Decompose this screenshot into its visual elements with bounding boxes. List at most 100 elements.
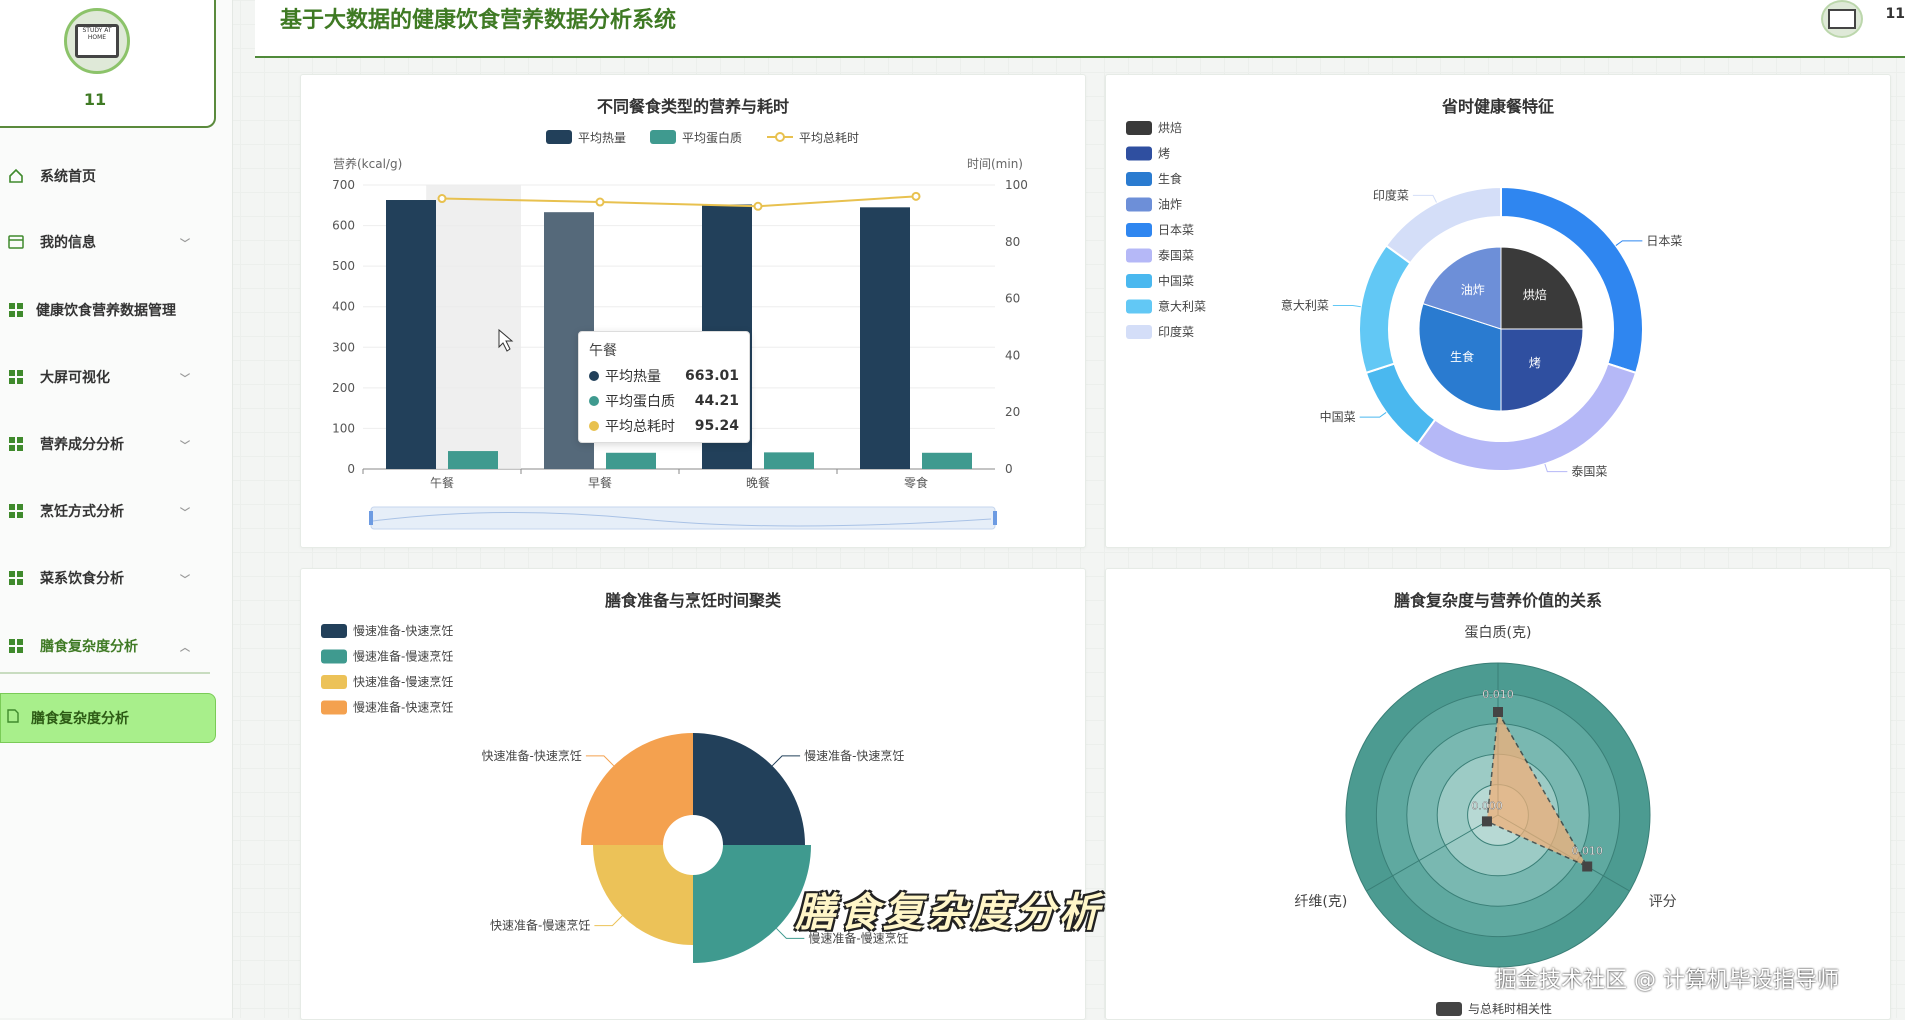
legend-swatch bbox=[1126, 223, 1152, 237]
chevron-down-icon: ﹀ bbox=[180, 238, 190, 250]
outer-slice-label: 泰国菜 bbox=[1571, 465, 1607, 479]
inner-slice-label: 烤 bbox=[1529, 355, 1541, 370]
sidebar-item-complexity[interactable]: 膳食复杂度分析 ︿ bbox=[0, 626, 214, 666]
outer-slice-label: 印度菜 bbox=[1373, 187, 1409, 202]
sidebar-subitem-complexity-analysis[interactable]: 膳食复杂度分析 bbox=[0, 693, 216, 743]
y-tick-label: 200 bbox=[332, 381, 355, 395]
outer-slice bbox=[1358, 244, 1412, 375]
grid-icon bbox=[8, 638, 24, 654]
sidebar-item-big-screen[interactable]: 大屏可视化 ﹀ bbox=[0, 357, 214, 397]
chevron-down-icon: ﹀ bbox=[180, 440, 190, 452]
grid-icon bbox=[8, 570, 24, 586]
y-axis-label: 营养(kcal/g) bbox=[333, 156, 402, 171]
x-tick-label: 零食 bbox=[904, 475, 928, 490]
legend-label: 生食 bbox=[1158, 171, 1182, 186]
radar-value-label: 0.000 bbox=[1471, 799, 1503, 812]
inner-slice-label: 生食 bbox=[1450, 349, 1474, 364]
label-line bbox=[594, 915, 623, 927]
legend-swatch bbox=[321, 624, 347, 638]
home-icon bbox=[8, 168, 24, 184]
sidebar-item-cooking[interactable]: 烹饪方式分析 ﹀ bbox=[0, 491, 214, 531]
legend-swatch bbox=[1126, 172, 1152, 186]
label-line bbox=[1615, 240, 1643, 246]
nested-donut-chart[interactable]: 烘焙烤生食油炸日本菜泰国菜中国菜意大利菜印度菜烘焙烤生食油炸日本菜泰国菜中国菜意… bbox=[1106, 75, 1890, 547]
sidebar-item-nutrition[interactable]: 营养成分分析 ﹀ bbox=[0, 424, 214, 464]
sidebar-item-cuisine[interactable]: 菜系饮食分析 ﹀ bbox=[0, 558, 214, 598]
x-tick-label: 早餐 bbox=[588, 475, 612, 490]
sidebar-item-label: 营养成分分析 bbox=[40, 437, 124, 453]
pie-slice bbox=[593, 845, 693, 945]
panel-time-saving-meals: 省时健康餐特征 烘焙烤生食 油炸 日本菜 泰国菜 中国菜 意大利菜 印度菜 烘焙烤生食 油炸 日本… bbox=[1105, 74, 1891, 548]
legend-swatch bbox=[1126, 121, 1152, 135]
inner-slice-label: 油炸 bbox=[1461, 283, 1485, 297]
legend-swatch bbox=[1436, 1002, 1462, 1016]
id-card-icon bbox=[8, 234, 24, 250]
y2-tick-label: 80 bbox=[1005, 235, 1020, 249]
legend-label: 意大利菜 bbox=[1158, 299, 1206, 314]
legend-swatch bbox=[1126, 197, 1152, 212]
legend-label: 中国菜 bbox=[1158, 273, 1194, 288]
tooltip-value: 663.01 bbox=[684, 368, 739, 384]
sidebar-item-data-management[interactable]: 健康饮食营养数据管理 bbox=[0, 290, 214, 330]
outer-slice bbox=[1364, 362, 1437, 446]
bar bbox=[448, 451, 498, 469]
legend-label: 慢速准备-慢速烹饪 bbox=[353, 649, 453, 664]
tooltip-row: 平均热量 663.01 bbox=[589, 366, 739, 386]
legend-swatch bbox=[1126, 146, 1152, 161]
tooltip-label: 平均蛋白质 bbox=[605, 394, 675, 410]
y2-tick-label: 0 bbox=[1005, 462, 1013, 476]
bar bbox=[606, 452, 656, 469]
bar-line-chart[interactable]: 平均热量 平均蛋白质 平均总耗时营养(kcal/g) 时间(min)010020030… bbox=[301, 75, 1085, 547]
grid-icon bbox=[8, 436, 24, 452]
radar-point bbox=[1582, 861, 1593, 872]
line-point bbox=[753, 201, 763, 211]
radar-indicator-label: 评分 bbox=[1649, 894, 1677, 910]
tooltip-row: 平均总耗时 95.24 bbox=[589, 416, 739, 436]
legend-label: 平均蛋白质 bbox=[682, 130, 742, 145]
header-username[interactable]: 11 bbox=[1886, 6, 1905, 22]
tooltip-title: 午餐 bbox=[589, 343, 617, 359]
y-tick-label: 600 bbox=[332, 219, 355, 233]
zoom-handle-right bbox=[993, 511, 997, 525]
cluster-pie-chart[interactable]: 慢速准备-快速烹饪慢速准备-慢速烹饪快速准备-慢速烹饪慢速准备-快速烹饪慢速准备… bbox=[301, 569, 1085, 1019]
label-line bbox=[585, 755, 615, 767]
legend-label: 快速准备-慢速烹饪 bbox=[353, 674, 453, 689]
header-avatar[interactable] bbox=[1821, 0, 1863, 38]
legend-label: 泰国菜 bbox=[1158, 249, 1194, 263]
profile-card: STUDY AT HOME 11 bbox=[0, 0, 216, 128]
y-tick-label: 700 bbox=[332, 178, 355, 192]
chevron-up-icon: ︿ bbox=[180, 642, 190, 654]
video-caption: 膳食复杂度分析 bbox=[795, 889, 1103, 936]
legend-label: 平均热量 bbox=[578, 131, 626, 145]
chevron-down-icon: ﹀ bbox=[180, 507, 190, 519]
chevron-down-icon: ﹀ bbox=[180, 373, 190, 385]
inner-slice bbox=[1500, 328, 1584, 412]
chevron-down-icon: ﹀ bbox=[180, 574, 190, 586]
legend-label: 日本菜 bbox=[1158, 223, 1194, 237]
pie-slice bbox=[581, 733, 693, 845]
sidebar-item-my-info[interactable]: 我的信息 ﹀ bbox=[0, 222, 214, 262]
legend-marker bbox=[775, 132, 785, 142]
sidebar-item-label: 大屏可视化 bbox=[40, 370, 110, 386]
sidebar: STUDY AT HOME 11 系统首页 我的信息 ﹀ 健康饮食营养数据管理 … bbox=[0, 0, 233, 1018]
y2-tick-label: 60 bbox=[1005, 292, 1020, 306]
inner-slice-label: 烘焙 bbox=[1523, 287, 1547, 302]
radar-chart[interactable]: 蛋白质(克) 评分 纤维(克) 0.010 0.010 0.000 与总耗时相关性 bbox=[1106, 569, 1890, 1019]
label-line bbox=[1332, 305, 1361, 308]
avatar[interactable]: STUDY AT HOME bbox=[64, 8, 130, 74]
y2-tick-label: 20 bbox=[1005, 405, 1020, 419]
slice-label: 快速准备-快速烹饪 bbox=[482, 748, 582, 763]
legend-swatch bbox=[321, 649, 347, 664]
sidebar-item-label: 健康饮食营养数据管理 bbox=[36, 303, 176, 319]
legend-swatch bbox=[1126, 325, 1152, 339]
legend-swatch bbox=[1126, 248, 1152, 263]
y-tick-label: 300 bbox=[332, 340, 355, 354]
label-line bbox=[1544, 463, 1568, 473]
y-tick-label: 0 bbox=[347, 462, 355, 476]
sidebar-item-home[interactable]: 系统首页 bbox=[0, 156, 214, 196]
sidebar-item-label: 我的信息 bbox=[40, 235, 96, 251]
zoom-handle-left bbox=[369, 511, 373, 525]
y-tick-label: 500 bbox=[332, 259, 355, 273]
legend-label: 烤 bbox=[1158, 146, 1170, 161]
radar-point bbox=[1493, 707, 1503, 717]
